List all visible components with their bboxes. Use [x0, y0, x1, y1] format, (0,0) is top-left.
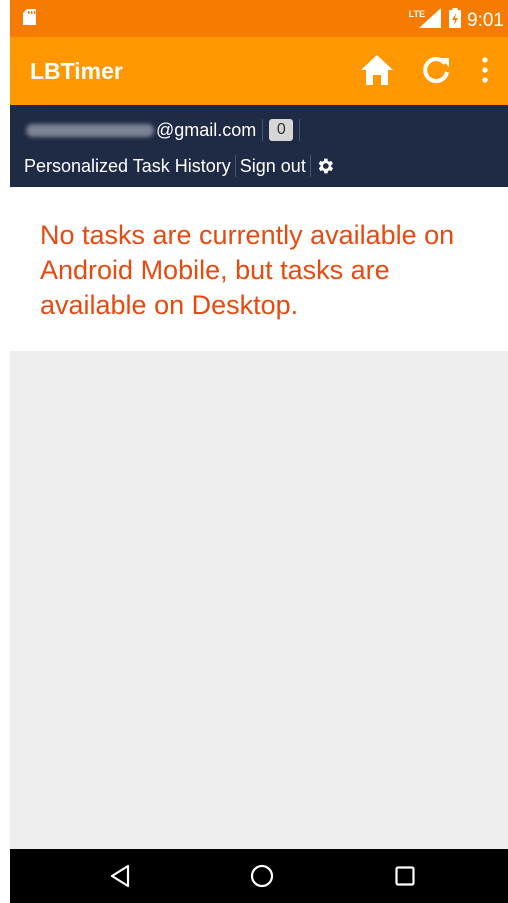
task-history-link[interactable]: Personalized Task History — [24, 156, 231, 177]
app-bar: LBTimer — [10, 37, 508, 105]
sign-out-link[interactable]: Sign out — [240, 156, 306, 177]
email-username-redacted — [26, 123, 154, 137]
battery-icon — [449, 8, 462, 34]
gear-icon[interactable] — [315, 156, 335, 181]
network-type: LTE — [408, 9, 426, 19]
divider — [309, 155, 311, 177]
refresh-icon[interactable] — [421, 55, 451, 90]
account-links: Personalized Task History Sign out — [24, 151, 335, 181]
navigation-bar — [10, 849, 508, 903]
recents-icon[interactable] — [395, 866, 415, 891]
divider — [262, 119, 264, 141]
more-vert-icon[interactable] — [482, 57, 488, 88]
sd-card-icon — [23, 9, 36, 30]
account-row: @gmail.com 0 — [26, 115, 306, 145]
status-indicators: LTE 9:01 — [409, 8, 504, 34]
no-tasks-message: No tasks are currently available on Andr… — [40, 220, 455, 320]
divider — [299, 119, 301, 141]
status-bar: LTE 9:01 — [10, 0, 508, 37]
task-count-badge: 0 — [269, 119, 294, 141]
home-icon[interactable] — [360, 54, 394, 91]
back-icon[interactable] — [109, 864, 131, 893]
user-bar: @gmail.com 0 Personalized Task History S… — [10, 105, 508, 187]
message-panel: No tasks are currently available on Andr… — [10, 187, 508, 351]
clock: 9:01 — [467, 10, 504, 31]
home-circle-icon[interactable] — [250, 864, 274, 893]
divider — [234, 155, 236, 177]
account-email: @gmail.com — [156, 119, 257, 140]
app-title: LBTimer — [30, 58, 123, 84]
phone-screen: LTE 9:01 LBTimer @gmail.com 0 Personaliz… — [10, 0, 508, 903]
